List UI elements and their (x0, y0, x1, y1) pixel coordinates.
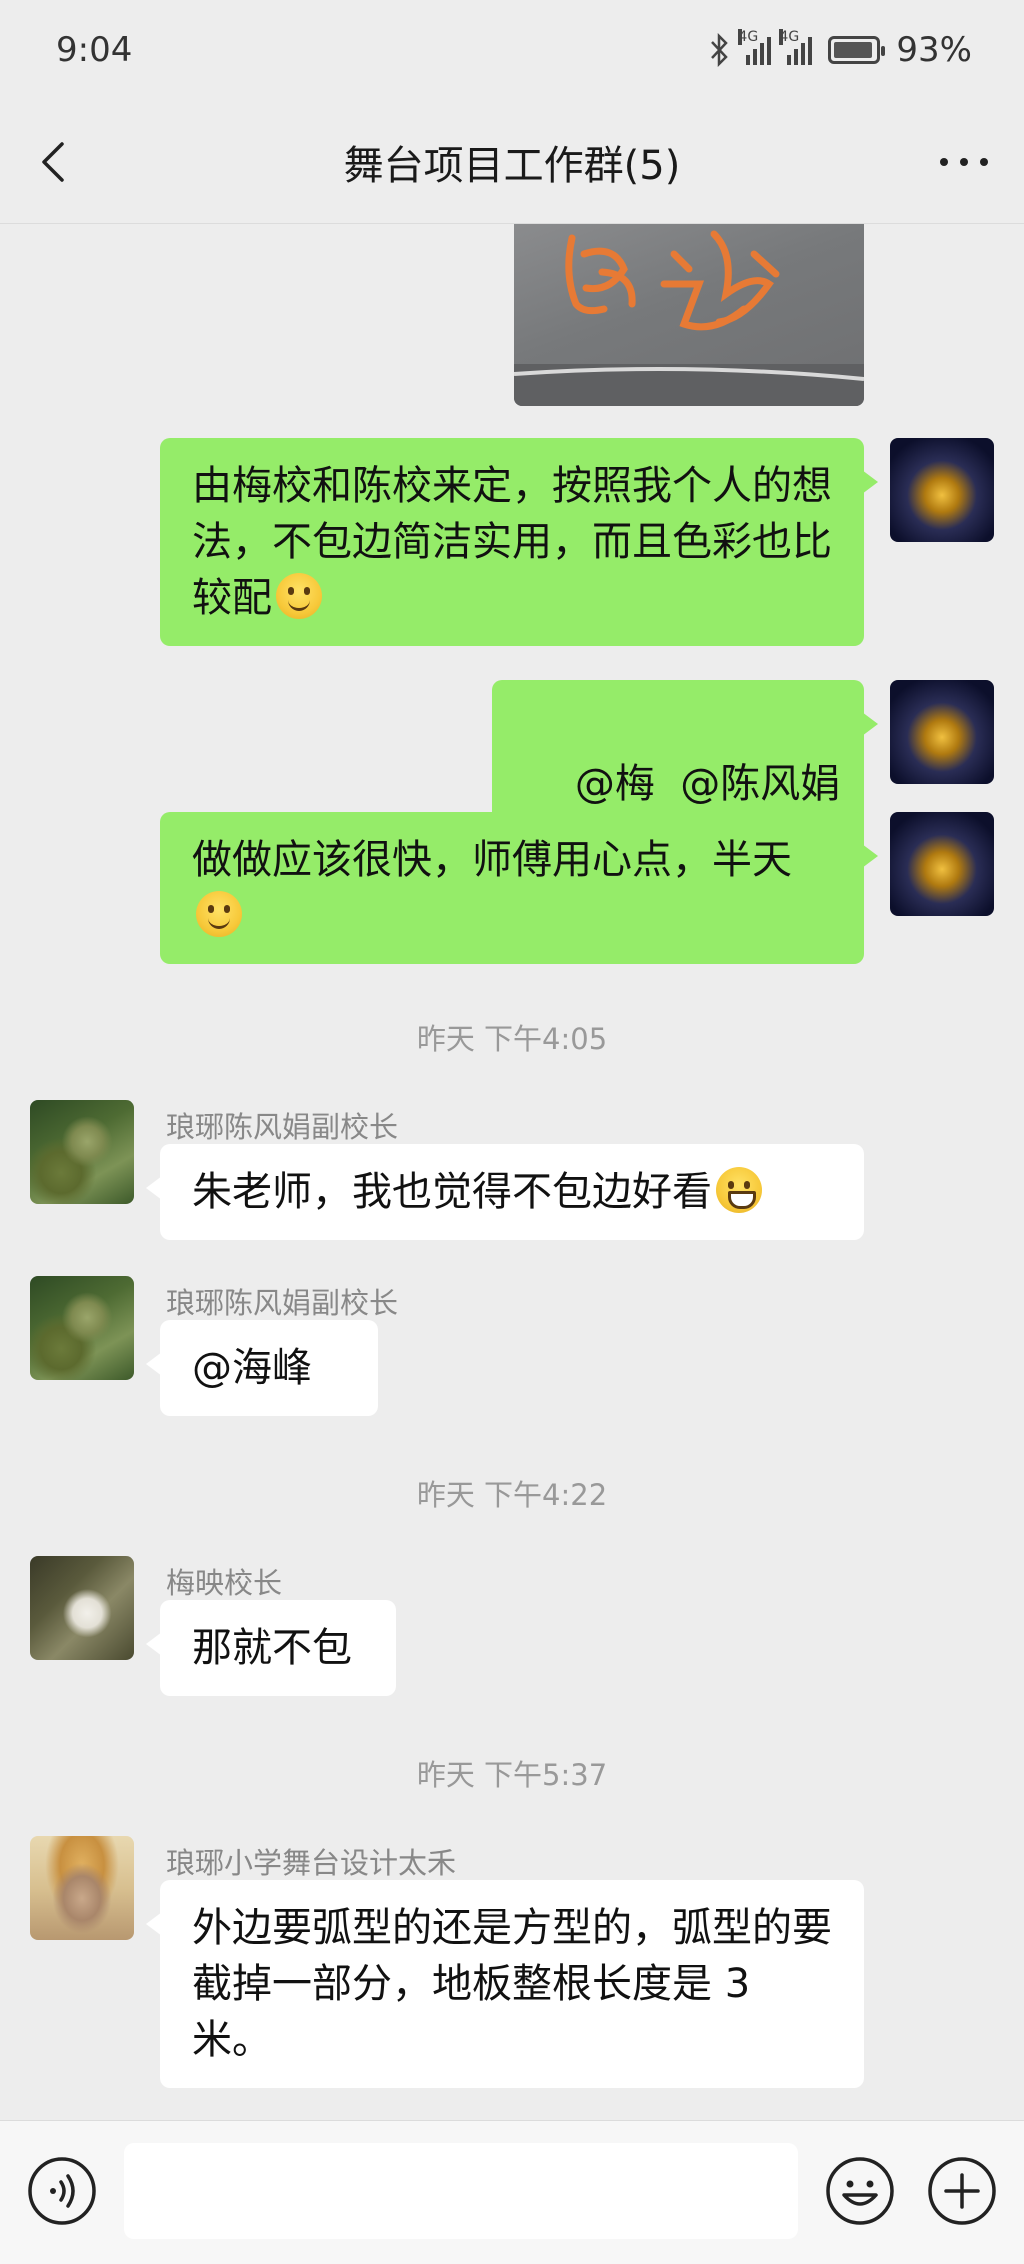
timestamp: 昨天 下午4:05 (416, 1022, 608, 1056)
more-options-icon[interactable] (934, 140, 994, 184)
avatar[interactable] (890, 680, 994, 784)
message-text: 外边要弧型的还是方型的，弧型的要截掉一部分，地板整根长度是 3 米。 (192, 1905, 832, 2063)
message-text: 那就不包 (192, 1625, 352, 1671)
grin-emoji-icon (716, 1167, 762, 1213)
message-bubble[interactable]: 由梅校和陈校来定，按照我个人的想法，不包边简洁实用，而且色彩也比较配 (160, 438, 878, 646)
emoji-icon[interactable] (824, 2155, 896, 2227)
smile-emoji-icon (196, 891, 242, 937)
avatar[interactable] (30, 1100, 134, 1204)
battery-icon (828, 36, 886, 64)
message-text: 朱老师，我也觉得不包边好看 (192, 1169, 712, 1215)
sender-name: 琅琊陈风娟副校长 (166, 1286, 399, 1320)
signal-icon: 4G (738, 29, 772, 65)
signal-icon-2: 4G (779, 29, 813, 65)
status-icons: 4G 4G 93% (708, 29, 972, 70)
sender-name: 梅映校长 (166, 1566, 283, 1600)
timestamp: 昨天 下午5:37 (416, 1758, 608, 1792)
avatar[interactable] (30, 1276, 134, 1380)
message-bubble[interactable]: @海峰 (146, 1320, 378, 1416)
sender-name: 琅琊小学舞台设计太禾 (166, 1846, 457, 1880)
message-text: @海峰 (192, 1345, 312, 1391)
message-text: 做做应该很快，师傅用心点，半天 (192, 837, 792, 883)
status-time: 9:04 (56, 30, 133, 70)
input-bar (0, 2120, 1024, 2264)
avatar[interactable] (30, 1556, 134, 1660)
chat-title: 舞台项目工作群(5) (343, 142, 681, 189)
chat-header: 舞台项目工作群(5) (0, 100, 1024, 224)
message-bubble[interactable]: 朱老师，我也觉得不包边好看 (146, 1144, 864, 1240)
status-bar: 9:04 4G 4G 93% (0, 0, 1024, 100)
voice-icon[interactable] (26, 2155, 98, 2227)
image-content (514, 230, 864, 406)
avatar[interactable] (890, 438, 994, 542)
bluetooth-icon (711, 33, 729, 67)
message-bubble[interactable]: 外边要弧型的还是方型的，弧型的要截掉一部分，地板整根长度是 3 米。 (146, 1880, 864, 2088)
message-list[interactable]: 由梅校和陈校来定，按照我个人的想法，不包边简洁实用，而且色彩也比较配 @梅 @陈… (0, 224, 1024, 2120)
timestamp: 昨天 下午4:22 (416, 1478, 608, 1512)
plus-icon[interactable] (926, 2155, 998, 2227)
message-bubble[interactable]: 那就不包 (146, 1600, 396, 1696)
image-message[interactable] (514, 224, 864, 406)
battery-percent: 93% (896, 30, 972, 70)
message-input[interactable] (124, 2143, 798, 2239)
message-bubble[interactable]: 做做应该很快，师傅用心点，半天 (160, 812, 878, 964)
smile-emoji-icon (276, 573, 322, 619)
sender-name: 琅琊陈风娟副校长 (166, 1110, 399, 1144)
back-arrow-icon[interactable] (32, 138, 80, 186)
avatar[interactable] (890, 812, 994, 916)
message-text: @梅 @陈风娟 (574, 761, 841, 807)
avatar[interactable] (30, 1836, 134, 1940)
